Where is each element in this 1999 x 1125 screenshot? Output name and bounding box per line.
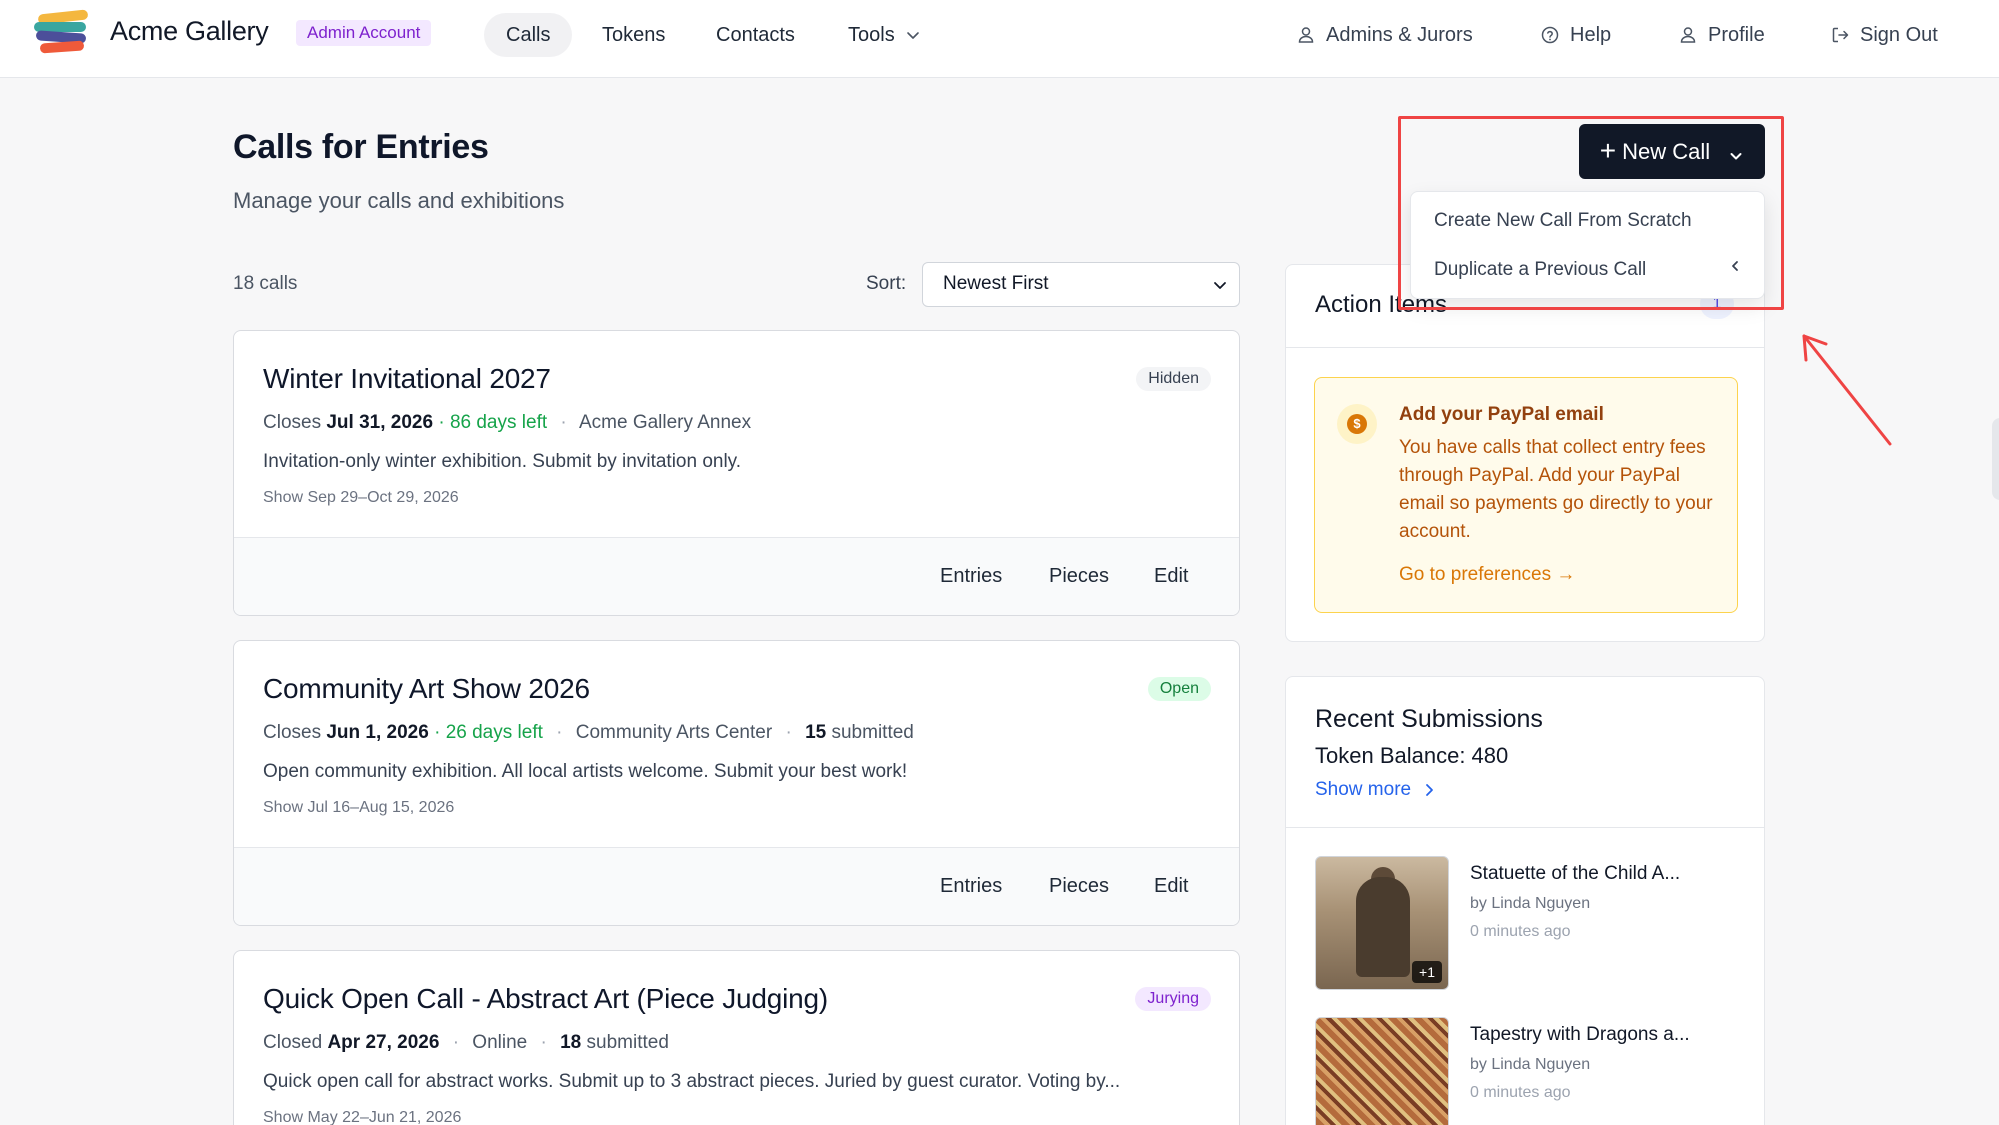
status-badge: Open — [1147, 677, 1211, 701]
close-date: Jun 1, 2026 — [326, 722, 429, 743]
entries-link[interactable]: Entries — [940, 565, 1002, 588]
app-logo[interactable] — [32, 9, 94, 54]
days-left: · 26 days left — [434, 722, 543, 743]
nav-help[interactable]: Help — [1540, 13, 1611, 57]
chevron-down-icon — [903, 25, 923, 45]
sort-label: Sort: — [866, 273, 907, 294]
extra-images-badge: +1 — [1412, 961, 1442, 983]
nav-profile[interactable]: Profile — [1678, 13, 1765, 57]
submission-title[interactable]: Statuette of the Child A... — [1470, 863, 1680, 885]
submitted-label: submitted — [586, 1032, 669, 1053]
side-handle[interactable] — [1992, 418, 1999, 500]
days-left: · 86 days left — [438, 412, 548, 433]
nav-tools[interactable]: Tools — [826, 13, 945, 57]
submission-artist: by Linda Nguyen — [1470, 1056, 1591, 1073]
venue: Community Arts Center — [575, 722, 773, 743]
annotation-arrow-icon — [1802, 334, 1892, 446]
action-items-card: Action Items 1 $ Add your PayPal email Y… — [1285, 264, 1765, 642]
page-title: Calls for Entries — [233, 128, 489, 166]
paypal-alert: $ Add your PayPal email You have calls t… — [1314, 377, 1738, 613]
show-dates: Show Jul 16–Aug 15, 2026 — [263, 799, 455, 816]
submitted-count: 15 — [805, 722, 827, 743]
recent-submissions-card: Recent Submissions Token Balance: 480 Sh… — [1285, 676, 1765, 1125]
nav-admins-jurors[interactable]: Admins & Jurors — [1296, 13, 1473, 57]
alert-text: You have calls that collect entry fees t… — [1399, 437, 1713, 542]
close-date: Apr 27, 2026 — [327, 1032, 440, 1053]
help-circle-icon — [1540, 25, 1560, 45]
call-card: Quick Open Call - Abstract Art (Piece Ju… — [233, 950, 1240, 1125]
user-icon — [1678, 25, 1698, 45]
call-meta: Closed Apr 27, 2026 · Online · 18 submit… — [263, 1032, 669, 1053]
nav-tokens[interactable]: Tokens — [580, 13, 687, 57]
sort-select-value: Newest First — [943, 273, 1049, 294]
account-badge: Admin Account — [296, 20, 432, 46]
alert-title: Add your PayPal email — [1399, 404, 1604, 425]
chevron-down-icon — [1211, 276, 1229, 294]
call-description: Invitation-only winter exhibition. Submi… — [263, 451, 742, 472]
show-more-link[interactable]: Show more — [1315, 779, 1439, 801]
recent-submissions-title: Recent Submissions — [1315, 705, 1543, 733]
nav-help-label: Help — [1570, 24, 1612, 46]
status-badge: Hidden — [1136, 367, 1211, 391]
chevron-right-icon — [1419, 780, 1439, 800]
dollar-icon: $ — [1337, 404, 1377, 444]
nav-sign-out-label: Sign Out — [1860, 24, 1938, 46]
divider — [1286, 347, 1764, 348]
submission-thumbnail[interactable] — [1315, 1017, 1449, 1125]
edit-link[interactable]: Edit — [1154, 565, 1188, 588]
page-subtitle: Manage your calls and exhibitions — [233, 188, 565, 213]
nav-calls[interactable]: Calls — [484, 13, 573, 57]
highlight-box — [1398, 116, 1784, 310]
submission-artist: by Linda Nguyen — [1470, 895, 1591, 912]
nav-profile-label: Profile — [1708, 24, 1765, 46]
call-meta: Closes Jul 31, 2026 · 86 days left · Acm… — [263, 412, 752, 433]
pieces-link[interactable]: Pieces — [1049, 565, 1109, 588]
call-meta: Closes Jun 1, 2026 · 26 days left · Comm… — [263, 722, 914, 743]
card-actions: Entries Pieces Edit — [234, 847, 1239, 925]
call-card: Community Art Show 2026 Open Closes Jun … — [233, 640, 1240, 926]
call-description: Quick open call for abstract works. Subm… — [263, 1071, 1121, 1092]
call-title[interactable]: Community Art Show 2026 — [263, 673, 590, 705]
call-title[interactable]: Winter Invitational 2027 — [263, 363, 551, 395]
venue: Online — [472, 1032, 528, 1053]
submission-thumbnail[interactable]: +1 — [1315, 856, 1449, 990]
divider — [1286, 827, 1764, 828]
go-to-preferences-link[interactable]: Go to preferences → — [1399, 564, 1575, 586]
edit-link[interactable]: Edit — [1154, 875, 1188, 898]
call-card: Winter Invitational 2027 Hidden Closes J… — [233, 330, 1240, 616]
calls-count: 18 calls — [233, 273, 298, 294]
app-name[interactable]: Acme Gallery — [110, 16, 269, 47]
nav-tools-label: Tools — [848, 24, 895, 46]
pieces-link[interactable]: Pieces — [1049, 875, 1109, 898]
submission-time: 0 minutes ago — [1470, 1084, 1571, 1101]
submission-time: 0 minutes ago — [1470, 923, 1571, 940]
sign-out-icon — [1830, 25, 1850, 45]
show-dates: Show Sep 29–Oct 29, 2026 — [263, 489, 459, 506]
user-icon — [1296, 25, 1316, 45]
status-badge: Jurying — [1135, 987, 1211, 1011]
call-title[interactable]: Quick Open Call - Abstract Art (Piece Ju… — [263, 983, 828, 1015]
nav-contacts[interactable]: Contacts — [694, 13, 817, 57]
card-actions: Entries Pieces Edit — [234, 537, 1239, 615]
close-date: Jul 31, 2026 — [326, 412, 434, 433]
submission-title[interactable]: Tapestry with Dragons a... — [1470, 1024, 1690, 1046]
nav-sign-out[interactable]: Sign Out — [1830, 13, 1938, 57]
token-balance: Token Balance: 480 — [1315, 743, 1509, 768]
submitted-count: 18 — [560, 1032, 582, 1053]
show-dates: Show May 22–Jun 21, 2026 — [263, 1109, 462, 1125]
nav-admins-jurors-label: Admins & Jurors — [1326, 24, 1473, 46]
entries-link[interactable]: Entries — [940, 875, 1002, 898]
venue: Acme Gallery Annex — [578, 412, 752, 433]
top-nav: Acme Gallery Admin Account Calls Tokens … — [0, 0, 1999, 78]
show-more-label: Show more — [1315, 779, 1412, 800]
call-description: Open community exhibition. All local art… — [263, 761, 908, 782]
submitted-label: submitted — [831, 722, 914, 743]
sort-select[interactable]: Newest First — [922, 262, 1240, 307]
